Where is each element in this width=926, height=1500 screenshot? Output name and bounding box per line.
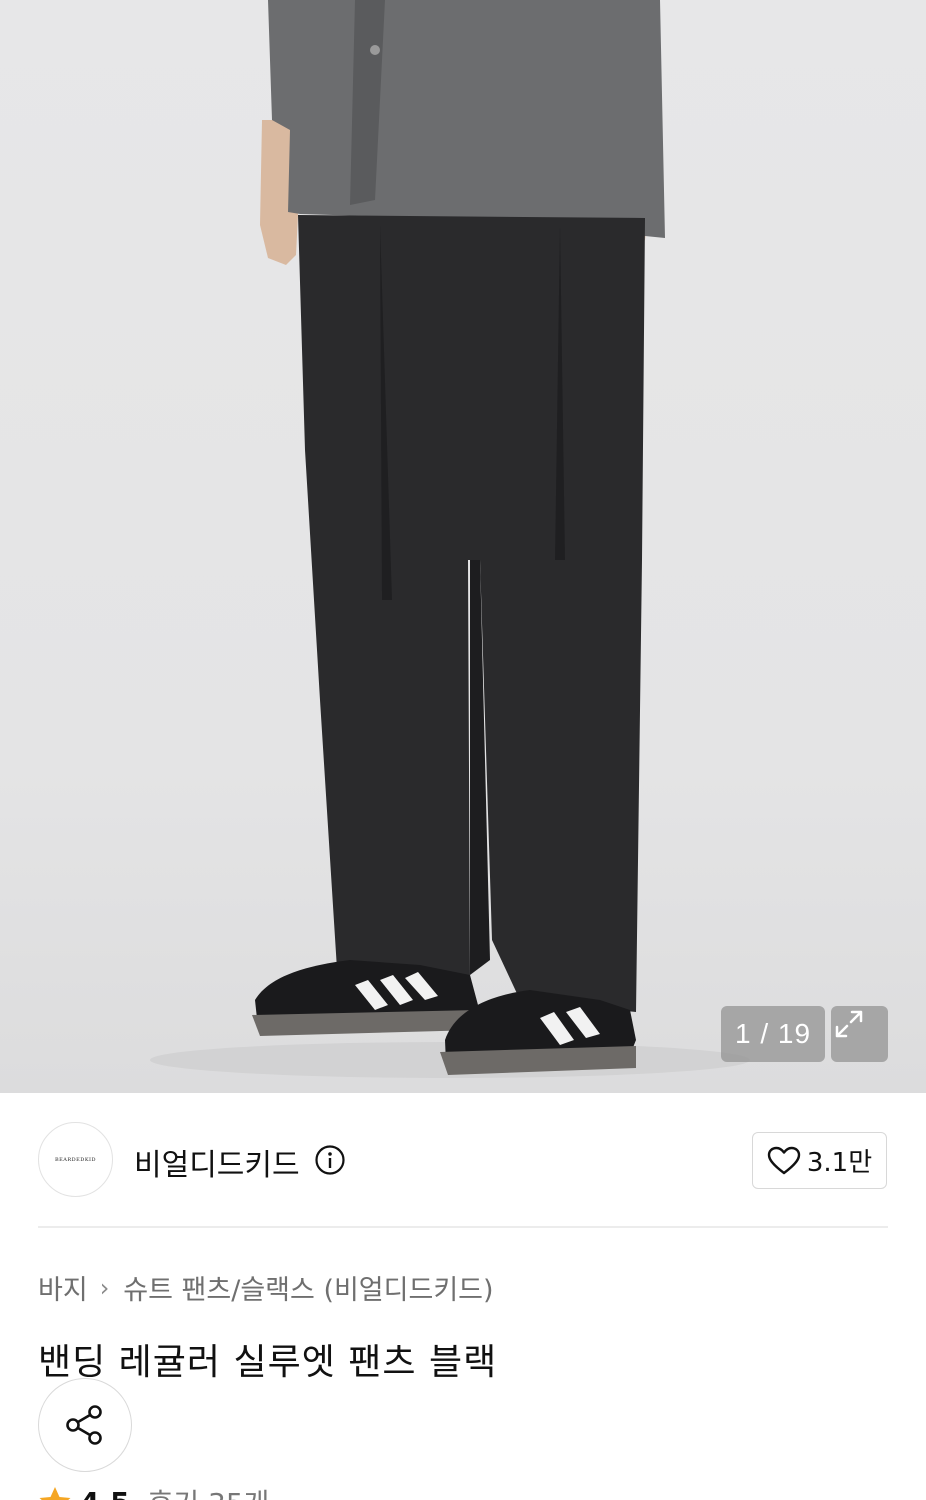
- breadcrumb-subcategory[interactable]: 슈트 팬츠/슬랙스 (비얼디드키드): [123, 1268, 493, 1307]
- expand-icon: [835, 1010, 863, 1038]
- share-icon: [66, 1405, 102, 1445]
- expand-image-button[interactable]: [831, 1006, 888, 1062]
- product-image[interactable]: 1 / 19: [0, 0, 926, 1093]
- brand-logo-text: BEARDEDKID: [54, 1156, 97, 1163]
- divider: [38, 1226, 888, 1228]
- like-count: 3.1만: [806, 1148, 873, 1178]
- info-icon[interactable]: [314, 1144, 346, 1176]
- rating-row[interactable]: 4.5 후기 35개: [38, 1482, 269, 1500]
- product-photo-illustration: [150, 0, 750, 1078]
- breadcrumb-category[interactable]: 바지: [38, 1268, 88, 1307]
- rating-score: 4.5: [80, 1486, 130, 1500]
- like-button[interactable]: 3.1만: [752, 1132, 887, 1189]
- brand-row: BEARDEDKID 비얼디드키드 3.1만: [38, 1122, 888, 1198]
- product-title: 밴딩 레귤러 실루엣 팬츠 블랙: [38, 1342, 498, 1383]
- breadcrumb: 바지 › 슈트 팬츠/슬랙스 (비얼디드키드): [38, 1268, 494, 1307]
- star-icon: [39, 1487, 71, 1500]
- review-count: 후기 35개: [148, 1482, 270, 1500]
- share-button[interactable]: [38, 1378, 132, 1472]
- image-counter: 1 / 19: [721, 1006, 825, 1062]
- brand-logo[interactable]: BEARDEDKID: [38, 1122, 113, 1197]
- chevron-right-icon: ›: [99, 1273, 110, 1302]
- heart-icon: [767, 1146, 801, 1174]
- brand-name[interactable]: 비얼디드키드: [134, 1140, 300, 1184]
